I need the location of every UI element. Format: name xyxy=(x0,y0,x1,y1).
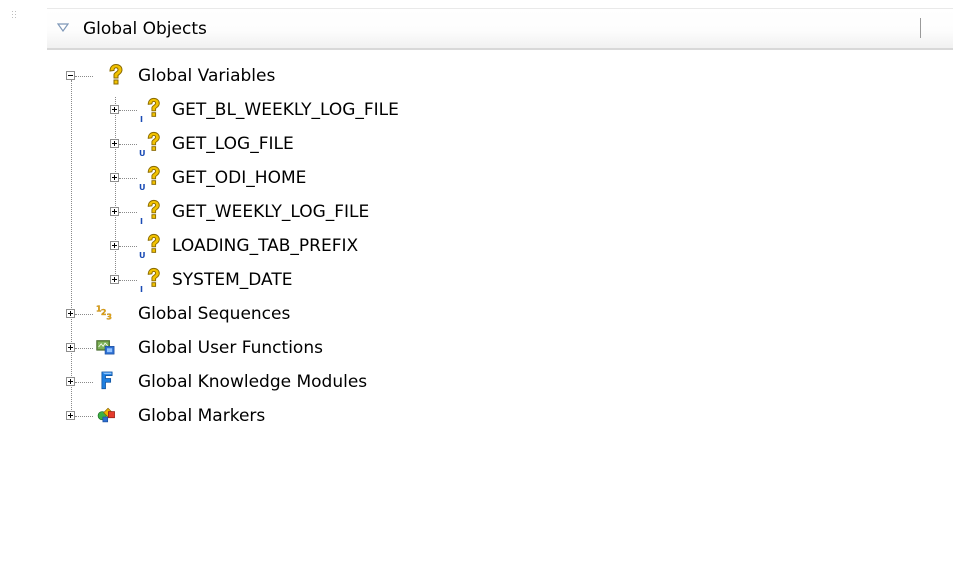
tree-node-label: SYSTEM_DATE xyxy=(172,270,293,290)
section-title: Global Objects xyxy=(83,19,207,39)
user-function-icon xyxy=(96,340,115,355)
tree-node-global-variables[interactable]: Global Variables xyxy=(138,66,275,86)
scope-badge: I xyxy=(140,115,143,124)
variable-icon xyxy=(147,199,160,219)
tree-connector xyxy=(75,76,93,77)
tree-node-global-knowledge-modules[interactable]: Global Knowledge Modules xyxy=(138,372,367,392)
collapse-arrow-icon[interactable] xyxy=(57,23,69,32)
tree-node-label: LOADING_TAB_PREFIX xyxy=(172,236,359,256)
tree-connector xyxy=(119,246,137,247)
svg-text:2: 2 xyxy=(101,308,107,317)
tree-connector xyxy=(119,144,137,145)
scope-badge: U xyxy=(139,149,146,158)
variable-icon xyxy=(147,97,160,117)
expand-toggle[interactable] xyxy=(110,105,119,114)
scope-badge: I xyxy=(140,217,143,226)
tree-connector xyxy=(119,212,137,213)
sequence-icon: 1 2 3 xyxy=(96,304,112,321)
expand-toggle[interactable] xyxy=(66,377,75,386)
tree-connector xyxy=(115,97,116,280)
expand-toggle[interactable] xyxy=(110,139,119,148)
tree-node-global-markers[interactable]: Global Markers xyxy=(138,406,265,426)
tree-node-label: GET_WEEKLY_LOG_FILE xyxy=(172,202,370,222)
tree-connector xyxy=(119,178,137,179)
collapse-toggle[interactable] xyxy=(66,71,75,80)
panel-grip[interactable] xyxy=(12,11,17,21)
variable-icon xyxy=(109,63,123,85)
tree-connector xyxy=(75,348,93,349)
scope-badge: U xyxy=(139,183,146,192)
tree-node-label: GET_BL_WEEKLY_LOG_FILE xyxy=(172,100,399,120)
tree-connector xyxy=(75,416,93,417)
tree-connector xyxy=(119,110,137,111)
tree-node-label: GET_LOG_FILE xyxy=(172,134,294,154)
expand-toggle[interactable] xyxy=(110,173,119,182)
tree-connector xyxy=(75,382,93,383)
svg-text:3: 3 xyxy=(106,312,112,321)
scope-badge: I xyxy=(140,285,143,294)
expand-toggle[interactable] xyxy=(66,309,75,318)
tree-node-global-sequences[interactable]: Global Sequences xyxy=(138,304,290,324)
tree-connector xyxy=(75,314,93,315)
tree-connector xyxy=(119,280,137,281)
variable-icon xyxy=(147,267,160,287)
tree-node-label: GET_ODI_HOME xyxy=(172,168,307,188)
scope-badge: U xyxy=(139,251,146,260)
tree-connector xyxy=(71,80,72,414)
expand-toggle[interactable] xyxy=(110,207,119,216)
expand-toggle[interactable] xyxy=(110,241,119,250)
global-objects-header[interactable]: Global Objects xyxy=(47,8,953,50)
expand-toggle[interactable] xyxy=(66,411,75,420)
markers-icon xyxy=(97,407,115,423)
knowledge-module-icon xyxy=(101,371,113,390)
header-separator xyxy=(920,18,921,38)
tree-node-global-user-functions[interactable]: Global User Functions xyxy=(138,338,323,358)
expand-toggle[interactable] xyxy=(110,275,119,284)
expand-toggle[interactable] xyxy=(66,343,75,352)
